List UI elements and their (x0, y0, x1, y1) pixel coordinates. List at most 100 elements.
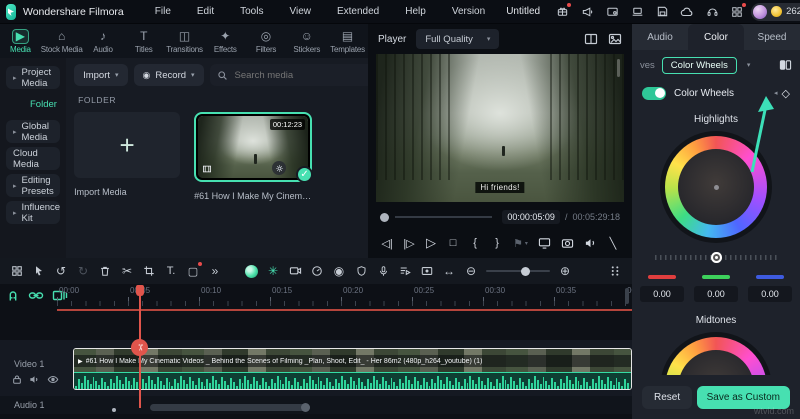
pen-tool-button[interactable]: ╲ (607, 237, 619, 250)
green-value[interactable]: 0.00 (694, 286, 738, 302)
search-box[interactable] (210, 64, 376, 86)
track-hide-eye-icon[interactable] (47, 374, 59, 385)
tab-stock-media[interactable]: ⌂ Stock Media (41, 29, 83, 54)
timeline-ruler[interactable]: 00:00 00:05 00:10 00:15 00:20 00:25 00:3… (0, 284, 632, 310)
menu-view[interactable]: View (276, 6, 324, 17)
media-clip-tile[interactable]: 00:12:23 ✓ (194, 112, 312, 182)
camera-add-icon[interactable] (284, 260, 306, 282)
tab-speed-props[interactable]: Speed (744, 24, 800, 50)
split-scissors-icon[interactable]: ✂ (116, 260, 138, 282)
expand-chevron-icon[interactable]: ▸ (13, 209, 17, 217)
zoom-in-icon[interactable]: ⊕ (554, 260, 576, 282)
sidebar-item-influence-kit[interactable]: ▸ Influence Kit (6, 201, 60, 224)
sidebar-item-project-media[interactable]: ▸ Project Media (6, 66, 60, 89)
timeline-zoom-slider[interactable] (486, 270, 550, 272)
apps-grid-icon[interactable] (729, 4, 745, 20)
tab-audio-props[interactable]: Audio (632, 24, 688, 50)
import-media-tile[interactable]: + (74, 112, 180, 178)
menu-extended[interactable]: Extended (324, 6, 392, 17)
stop-button[interactable]: □ (447, 237, 459, 249)
tab-templates[interactable]: ▤ Templates (327, 29, 368, 54)
menu-help[interactable]: Help (392, 6, 439, 17)
zoom-slider-handle[interactable] (521, 267, 530, 276)
menu-version[interactable]: Version (439, 6, 498, 17)
track-lock-icon[interactable] (12, 374, 22, 385)
wheel-center-handle[interactable] (714, 185, 719, 190)
color-wheels-toggle[interactable] (642, 87, 666, 100)
link-clips-icon[interactable] (28, 289, 44, 302)
gift-icon[interactable] (554, 4, 570, 20)
collapse-arrow-icon[interactable]: ◂ (774, 89, 778, 97)
support-headset-icon[interactable] (704, 4, 720, 20)
more-tools-icon[interactable]: » (204, 260, 226, 282)
speed-ramp-icon[interactable] (306, 260, 328, 282)
redo-icon[interactable]: ↻ (72, 260, 94, 282)
playhead-handle[interactable] (136, 285, 144, 296)
search-input[interactable] (233, 69, 369, 82)
tab-stickers[interactable]: ☺ Stickers (286, 29, 327, 54)
previous-frame-button[interactable]: ◁| (381, 237, 393, 250)
text-tool-icon[interactable]: T. (160, 260, 182, 282)
track-mute-icon[interactable] (29, 374, 40, 385)
undo-icon[interactable]: ↺ (50, 260, 72, 282)
quality-select[interactable]: Full Quality ▾ (416, 29, 499, 49)
render-preview-icon[interactable] (394, 260, 416, 282)
marker-tool-icon[interactable]: ▢ (182, 260, 204, 282)
highlights-luminance-slider[interactable] (655, 252, 777, 263)
marker-flag-button[interactable]: ⚑▾ (513, 237, 528, 250)
split-view-icon[interactable] (584, 33, 598, 45)
expand-chevron-icon[interactable]: ▸ (13, 128, 17, 136)
preview-video[interactable]: Hi friends! (376, 54, 624, 202)
tab-transitions[interactable]: ◫ Transitions (164, 29, 205, 54)
account-credits-pill[interactable]: 26286 (751, 3, 800, 21)
highlights-color-wheel[interactable] (660, 131, 772, 243)
crop-icon[interactable] (138, 260, 160, 282)
sidebar-item-global-media[interactable]: ▸ Global Media (6, 120, 60, 143)
track-manager-icon[interactable] (604, 260, 626, 282)
clip-speed-icon[interactable] (272, 161, 286, 175)
toolbox-icon[interactable] (6, 260, 28, 282)
split-at-playhead-button[interactable]: ✂ (131, 339, 148, 356)
compare-before-after-icon[interactable] (779, 59, 792, 71)
color-wheels-chip[interactable]: Color Wheels (662, 57, 737, 74)
preview-scrollbar[interactable] (617, 59, 620, 77)
mark-in-button[interactable]: { (469, 237, 481, 249)
expand-chevron-icon[interactable]: ▸ (13, 182, 17, 190)
chroma-key-icon[interactable] (240, 260, 262, 282)
blue-value[interactable]: 0.00 (748, 286, 792, 302)
menu-tools[interactable]: Tools (227, 6, 276, 17)
timeline-vertical-scrollbar[interactable] (625, 288, 629, 304)
delete-icon[interactable] (94, 260, 116, 282)
cloud-backup-icon[interactable] (679, 4, 695, 20)
save-icon[interactable] (654, 4, 670, 20)
slider-handle[interactable] (711, 252, 722, 263)
red-value[interactable]: 0.00 (640, 286, 684, 302)
volume-button[interactable] (584, 237, 597, 249)
import-button[interactable]: Import ▾ (74, 64, 127, 86)
scene-image-icon[interactable] (608, 33, 622, 45)
next-frame-button[interactable]: |▷ (403, 237, 415, 250)
tab-filters[interactable]: ◎ Filters (246, 29, 287, 54)
menu-file[interactable]: File (142, 6, 184, 17)
snapshot-camera-button[interactable] (561, 237, 574, 249)
laptop-icon[interactable] (629, 4, 645, 20)
play-button[interactable]: ▷ (425, 235, 437, 251)
preset-truncated-label[interactable]: ves (640, 60, 655, 71)
mark-out-button[interactable]: } (491, 237, 503, 249)
timeline-video-clip[interactable]: ▶ #61 How I Make My Cinematic Videos _ B… (73, 348, 632, 390)
card-settings-icon[interactable] (604, 4, 620, 20)
timeline-horizontal-scrollbar[interactable] (150, 404, 310, 411)
filmora-logo-icon[interactable] (6, 4, 16, 20)
user-avatar[interactable] (753, 5, 767, 19)
voiceover-mic-icon[interactable] (372, 260, 394, 282)
chevron-down-icon[interactable]: ▾ (747, 61, 751, 69)
megaphone-icon[interactable] (579, 4, 595, 20)
reset-button[interactable]: Reset (642, 386, 692, 409)
tab-titles[interactable]: T Titles (123, 29, 164, 54)
seek-handle[interactable] (380, 213, 389, 222)
expand-chevron-icon[interactable]: ▸ (13, 74, 17, 82)
record-button[interactable]: ◉ Record ▾ (134, 64, 204, 86)
timeline-scrollbar-knob[interactable] (301, 403, 310, 412)
tab-media[interactable]: ▶ Media (0, 29, 41, 54)
motion-track-icon[interactable]: ◉ (328, 260, 350, 282)
